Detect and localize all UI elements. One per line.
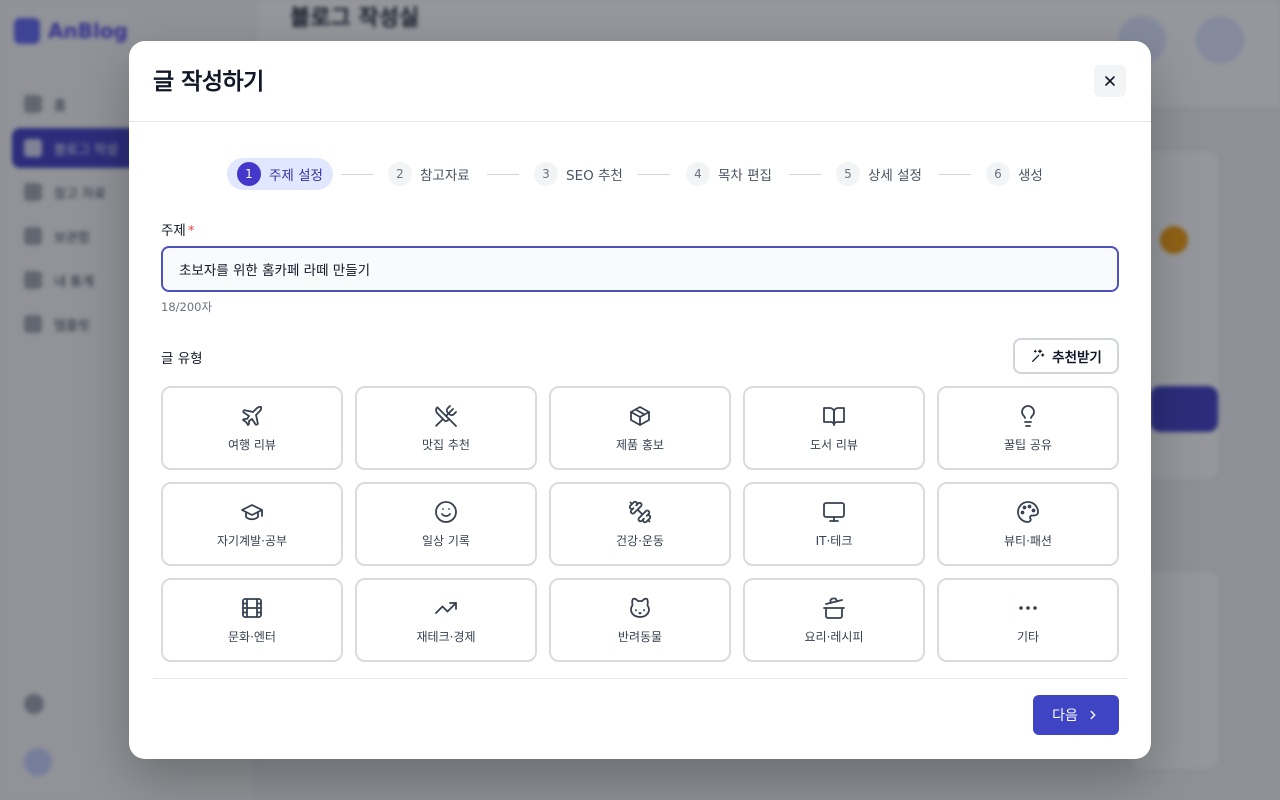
close-icon (1105, 76, 1115, 86)
step-connector (939, 174, 971, 175)
chevron-right-icon (1090, 710, 1096, 720)
type-card-tips[interactable]: 꿀팁 공유 (937, 386, 1119, 470)
graduation-cap-icon (241, 503, 263, 520)
type-card-daily[interactable]: 일상 기록 (355, 482, 537, 566)
sparkles-icon (1032, 349, 1045, 362)
type-card-travel[interactable]: 여행 리뷰 (161, 386, 343, 470)
box-icon (630, 405, 650, 426)
type-card-restaurant[interactable]: 맛집 추천 (355, 386, 537, 470)
dumbbell-icon (628, 500, 652, 523)
step-4[interactable]: 4 목차 편집 (676, 158, 782, 190)
smile-icon (435, 500, 457, 523)
type-card-health[interactable]: 건강·운동 (549, 482, 731, 566)
type-card-product[interactable]: 제품 홍보 (549, 386, 731, 470)
post-type-label: 글 유형 (161, 351, 203, 367)
plane-icon (242, 405, 263, 426)
step-5[interactable]: 5 상세 설정 (826, 158, 932, 190)
step-6[interactable]: 6 생성 (976, 158, 1053, 190)
step-connector (789, 174, 821, 175)
type-card-cooking[interactable]: 요리·레시피 (743, 578, 925, 662)
type-card-other[interactable]: 기타 (937, 578, 1119, 662)
required-mark: * (187, 223, 195, 239)
step-2[interactable]: 2 참고자료 (378, 158, 480, 190)
next-button[interactable]: 다음 (1033, 695, 1119, 735)
recommend-button[interactable]: 추천받기 (1013, 338, 1119, 374)
step-1[interactable]: 1 주제 설정 (227, 158, 333, 190)
palette-icon (1017, 500, 1039, 523)
step-connector (638, 174, 670, 175)
lightbulb-icon (1021, 404, 1035, 427)
footer-divider (153, 678, 1127, 679)
book-icon (823, 406, 845, 426)
topic-label: 주제 * (161, 223, 195, 239)
modal-header: 글 작성하기 (129, 41, 1151, 122)
modal-title: 글 작성하기 (153, 69, 264, 95)
trending-up-icon (435, 601, 457, 614)
char-count: 18/200자 (161, 300, 213, 314)
type-card-it[interactable]: IT·테크 (743, 482, 925, 566)
step-3[interactable]: 3 SEO 추천 (524, 158, 633, 190)
cooking-pot-icon (823, 596, 845, 619)
topic-input[interactable] (161, 246, 1119, 292)
type-card-beauty[interactable]: 뷰티·패션 (937, 482, 1119, 566)
type-card-finance[interactable]: 재테크·경제 (355, 578, 537, 662)
step-connector (487, 174, 519, 175)
film-icon (242, 597, 262, 618)
step-connector (341, 174, 373, 175)
more-icon (1019, 605, 1037, 610)
type-card-pet[interactable]: 반려동물 (549, 578, 731, 662)
monitor-icon (823, 501, 845, 522)
utensils-icon (435, 404, 457, 427)
post-type-grid: 여행 리뷰 맛집 추천 제품 홍보 도서 리뷰 꿀팁 공유 자기계발·공부 일상… (161, 386, 1119, 662)
type-card-book[interactable]: 도서 리뷰 (743, 386, 925, 470)
write-post-modal: 글 작성하기 1 주제 설정 2 참고자료 3 SEO 추천 4 목차 편집 5 상세 설… (129, 41, 1151, 759)
close-button[interactable] (1094, 65, 1126, 97)
cat-icon (630, 597, 650, 618)
stepper: 1 주제 설정 2 참고자료 3 SEO 추천 4 목차 편집 5 상세 설정 6 생성 (129, 158, 1151, 190)
type-card-culture[interactable]: 문화·엔터 (161, 578, 343, 662)
type-card-study[interactable]: 자기계발·공부 (161, 482, 343, 566)
